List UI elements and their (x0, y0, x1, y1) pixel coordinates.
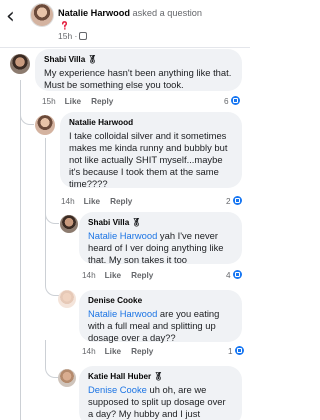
like-button[interactable]: Like (105, 347, 121, 356)
reaction-count[interactable]: 1 (228, 346, 244, 356)
post-header: ‹ Natalie Harwood asked a question 15h · (0, 0, 250, 46)
reaction-count[interactable]: 2 (226, 196, 242, 206)
thread-line (45, 138, 46, 258)
comment-author[interactable]: Denise Cooke (88, 296, 233, 305)
comment-author[interactable]: Shabi Villa 🏅︎ (44, 55, 233, 64)
comment-bubble: Katie Hall Huber 🏅︎ Denise Cooke uh oh, a… (79, 366, 242, 420)
reply-button[interactable]: Reply (131, 347, 153, 356)
comment-author[interactable]: Shabi Villa 🏅︎ (88, 218, 233, 227)
comment-time[interactable]: 15h (42, 97, 56, 106)
comment-actions: 14h Like Reply (82, 347, 163, 356)
post-time[interactable]: 15h (58, 31, 72, 41)
comment-bubble: Shabi Villa 🏅︎ My experience hasn't been … (35, 49, 242, 91)
comment-text: Denise Cooke uh oh, are we supposed to s… (88, 384, 226, 419)
like-button[interactable]: Like (65, 97, 81, 106)
post-author[interactable]: Natalie Harwood (58, 8, 130, 18)
comment-bubble: Denise Cooke Natalie Harwood are you eat… (79, 290, 242, 343)
comment-text: Natalie Harwood yah I've never heard of … (88, 230, 224, 265)
comment-author[interactable]: Natalie Harwood (69, 118, 233, 127)
like-button[interactable]: Like (105, 271, 121, 280)
divider (0, 47, 250, 48)
post-action: asked a question (132, 8, 203, 18)
mention-link[interactable]: Natalie Harwood (88, 230, 157, 241)
comment-time[interactable]: 14h (82, 271, 96, 280)
reaction-count[interactable]: 4 (226, 270, 242, 280)
thread-connector (45, 258, 59, 296)
reaction-count[interactable]: 6 (224, 96, 240, 106)
mention-link[interactable]: Natalie Harwood (88, 308, 157, 319)
like-reaction-icon (232, 196, 242, 205)
avatar[interactable] (35, 115, 55, 135)
like-button[interactable]: Like (84, 197, 100, 206)
badge-icon: 🏅︎ (153, 372, 164, 381)
like-reaction-icon (230, 96, 240, 105)
comment-actions: 15h Like Reply (42, 97, 123, 106)
comment-author[interactable]: Katie Hall Huber 🏅︎ (88, 372, 233, 381)
comment-bubble: Natalie Harwood I take colloidal silver … (60, 112, 242, 189)
badge-icon: 🏅︎ (131, 218, 142, 227)
avatar[interactable] (10, 54, 30, 74)
post-title: Natalie Harwood asked a question (58, 8, 202, 18)
comment-text: Natalie Harwood are you eating with a fu… (88, 308, 220, 343)
like-reaction-icon (232, 270, 242, 279)
reply-button[interactable]: Reply (131, 271, 153, 280)
thread-connector (45, 209, 59, 224)
comment-time[interactable]: 14h (82, 347, 96, 356)
avatar[interactable] (30, 3, 54, 27)
thread-line (20, 80, 21, 111)
thread-connector (20, 111, 34, 125)
thread-connector (45, 340, 59, 378)
question-mark-icon (61, 21, 68, 30)
globe-icon (79, 32, 88, 40)
comment-actions: 14h Like Reply (61, 197, 142, 206)
comment-text: I take colloidal silver and it sometimes… (69, 130, 228, 189)
like-reaction-icon (234, 346, 244, 355)
avatar[interactable] (60, 215, 78, 233)
comment-actions: 14h Like Reply (82, 271, 163, 280)
comment-time[interactable]: 14h (61, 197, 75, 206)
comment-bubble: Shabi Villa 🏅︎ Natalie Harwood yah I've n… (79, 212, 242, 265)
back-icon[interactable]: ‹ (6, 6, 24, 29)
reply-button[interactable]: Reply (91, 97, 113, 106)
comment-text: My experience hasn't been anything like … (44, 67, 232, 90)
avatar[interactable] (58, 290, 76, 308)
avatar[interactable] (58, 369, 76, 387)
post-meta: 15h · (58, 31, 88, 41)
badge-icon: 🏅︎ (87, 55, 98, 64)
thread-line (20, 111, 21, 420)
reply-button[interactable]: Reply (110, 197, 132, 206)
mention-link[interactable]: Denise Cooke (88, 384, 147, 395)
